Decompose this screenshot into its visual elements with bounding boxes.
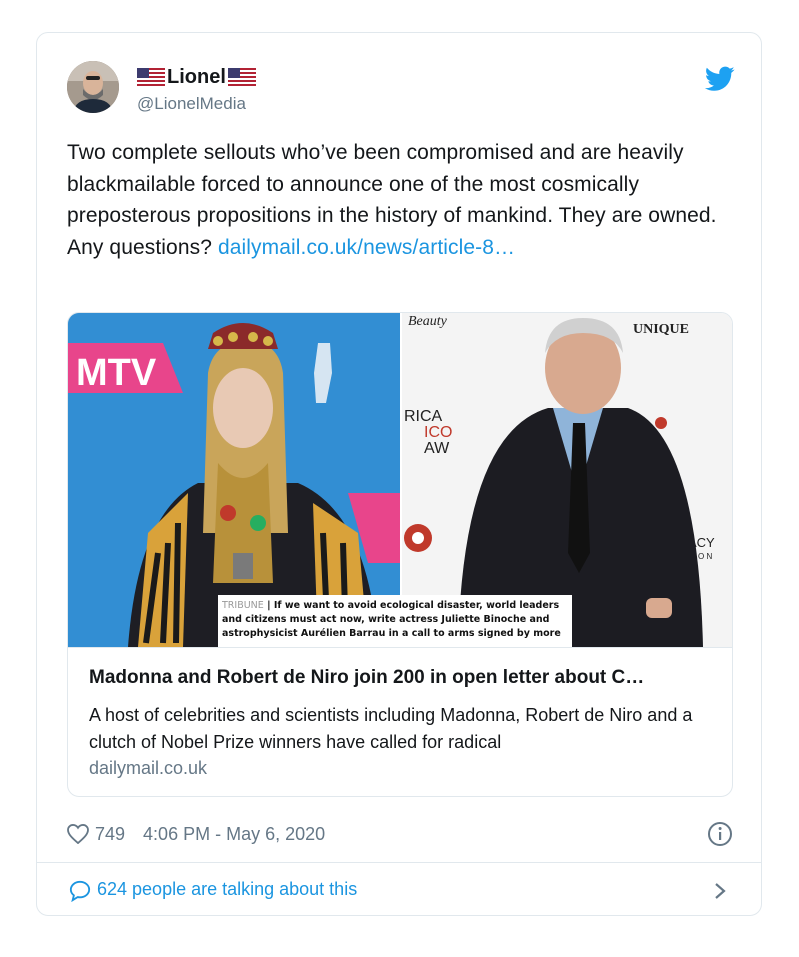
link-card-description: A host of celebrities and scientists inc… bbox=[89, 705, 693, 752]
tweet-meta: 749 4:06 PM - May 6, 2020 bbox=[67, 821, 325, 847]
link-preview-card[interactable]: MTV Beauty UNIQUE RICA ICO AW ACY O N TR… bbox=[67, 312, 733, 797]
article-image: MTV Beauty UNIQUE RICA ICO AW ACY O N TR… bbox=[68, 313, 732, 647]
aw-backdrop-text: AW bbox=[424, 440, 450, 457]
display-name: Lionel bbox=[167, 65, 226, 88]
caption-text: If we want to avoid ecological disaster,… bbox=[222, 600, 561, 639]
article-link[interactable]: dailymail.co.uk/news/article-8… bbox=[218, 236, 515, 259]
person-avatar-icon bbox=[67, 61, 119, 113]
link-card-domain: dailymail.co.uk bbox=[89, 758, 208, 778]
ico-backdrop-text: ICO bbox=[424, 424, 452, 441]
conversation-footer[interactable]: 624 people are talking about this bbox=[37, 863, 761, 916]
heart-icon[interactable] bbox=[67, 824, 89, 844]
avatar[interactable] bbox=[67, 61, 119, 113]
user-handle[interactable]: @LionelMedia bbox=[137, 94, 246, 114]
link-card-title: Madonna and Robert de Niro join 200 in o… bbox=[89, 667, 645, 688]
caption-tag: TRIBUNE bbox=[222, 600, 264, 611]
us-flag-icon bbox=[137, 68, 165, 86]
tweet-text: Two complete sellouts who’ve been compro… bbox=[67, 137, 727, 263]
unique-backdrop-text: UNIQUE bbox=[633, 322, 689, 337]
svg-text:Beauty: Beauty bbox=[408, 314, 448, 329]
like-count[interactable]: 749 bbox=[95, 824, 125, 845]
twitter-bird-icon[interactable] bbox=[705, 66, 735, 92]
on-backdrop-text: O N bbox=[698, 552, 712, 561]
info-icon[interactable] bbox=[707, 821, 733, 847]
link-card-info: Madonna and Robert de Niro join 200 in o… bbox=[68, 647, 732, 796]
display-name-row[interactable]: Lionel bbox=[137, 65, 256, 89]
mtv-logo-text: MTV bbox=[76, 352, 157, 394]
tweet-timestamp[interactable]: 4:06 PM - May 6, 2020 bbox=[143, 824, 325, 845]
tweet-card: Lionel @LionelMedia Two complete sellout… bbox=[36, 32, 762, 916]
chevron-right-icon[interactable] bbox=[713, 881, 727, 901]
us-flag-icon bbox=[227, 68, 256, 86]
speech-bubble-icon bbox=[69, 880, 91, 902]
rica-backdrop-text: RICA bbox=[404, 408, 443, 425]
talking-count-link[interactable]: 624 people are talking about this bbox=[97, 879, 357, 900]
